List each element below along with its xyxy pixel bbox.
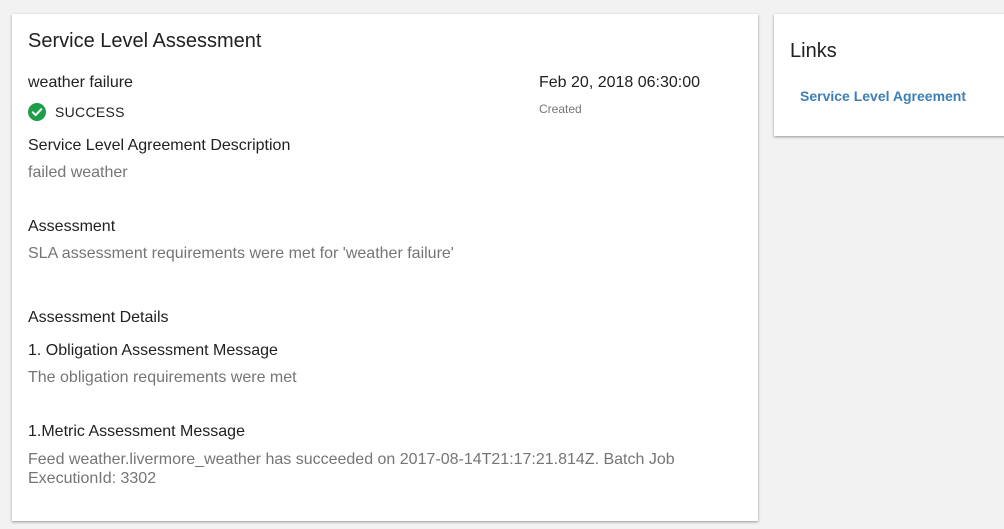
status-label: SUCCESS (55, 104, 125, 120)
obligation-message: The obligation requirements were met (28, 369, 297, 386)
metric-heading: 1.Metric Assessment Message (28, 423, 245, 440)
metric-message: Feed weather.livermore_weather has succe… (28, 451, 675, 487)
links-card: Links Service Level Agreement (774, 14, 1004, 136)
page-title: Service Level Assessment (28, 30, 262, 52)
links-title: Links (790, 40, 837, 62)
status-badge: SUCCESS (28, 103, 125, 121)
sla-link[interactable]: Service Level Agreement (800, 88, 966, 104)
created-label: Created (539, 102, 582, 116)
obligation-heading: 1. Obligation Assessment Message (28, 342, 278, 359)
description-value: failed weather (28, 164, 128, 181)
assessment-details-heading: Assessment Details (28, 309, 169, 326)
created-date: Feb 20, 2018 06:30:00 (539, 74, 701, 91)
sla-name: weather failure (28, 74, 133, 91)
description-heading: Service Level Agreement Description (28, 137, 291, 154)
check-circle-icon (28, 103, 46, 121)
assessment-card: Service Level Assessment weather failure… (12, 14, 758, 521)
assessment-value: SLA assessment requirements were met for… (28, 245, 454, 262)
assessment-heading: Assessment (28, 218, 116, 235)
